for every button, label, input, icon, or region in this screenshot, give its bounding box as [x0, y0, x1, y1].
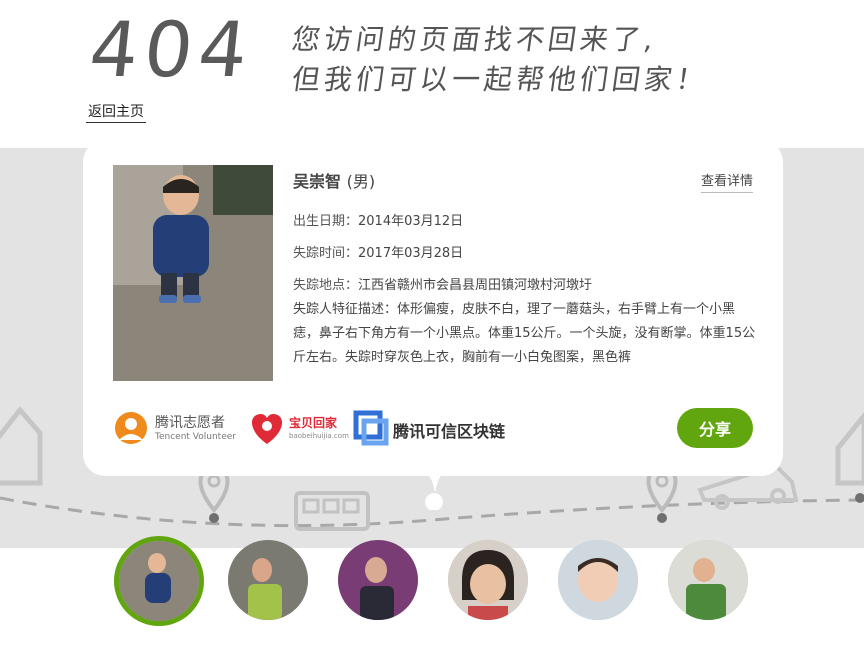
thumbnail-item-2[interactable]	[228, 540, 308, 620]
person-name-text: 吴崇智	[293, 172, 342, 191]
thumbnail-item-3[interactable]	[338, 540, 418, 620]
thumbnail-item-1[interactable]	[114, 536, 204, 626]
person-gender: (男)	[346, 172, 376, 191]
tencent-volunteer-logo: 腾讯志愿者 Tencent Volunteer	[111, 410, 241, 446]
missing-location-field: 失踪地点：江西省赣州市会昌县周田镇河墩村河墩圩	[293, 278, 593, 293]
tencent-blockchain-logo: 腾讯可信区块链	[353, 410, 523, 446]
description-field: 失踪人特征描述：体形偏瘦，皮肤不白，理了一蘑菇头，右手臂上有一个小黑痣，鼻子右下…	[293, 302, 756, 365]
headline-line-1: 您访问的页面找不回来了,	[289, 23, 660, 56]
thumbnail-item-5[interactable]	[558, 540, 638, 620]
thumbnail-item-4[interactable]	[448, 540, 528, 620]
person-name: 吴崇智 (男)	[293, 168, 375, 192]
headline-line-2: 但我们可以一起帮他们回家！	[289, 63, 711, 96]
page-header: 404 您访问的页面找不回来了, 但我们可以一起帮他们回家！ 返回主页	[0, 0, 864, 150]
view-details-link[interactable]: 查看详情	[700, 170, 753, 193]
missing-person-card: 吴崇智 (男) 查看详情 出生日期：2014年03月12日 失踪时间：2017年…	[83, 140, 783, 476]
baobei-huijia-logo: 宝贝回家 baobeihuijia.com	[249, 410, 349, 446]
thumbnail-carousel	[0, 536, 864, 630]
share-button[interactable]: 分享	[677, 408, 753, 448]
missing-time-field: 失踪时间：2017年03月28日	[293, 246, 464, 261]
home-link[interactable]: 返回主页	[86, 101, 146, 123]
error-code: 404	[85, 5, 258, 94]
birth-date-field: 出生日期：2014年03月12日	[293, 214, 464, 229]
thumbnail-item-6[interactable]	[668, 540, 748, 620]
missing-person-photo	[113, 165, 273, 381]
